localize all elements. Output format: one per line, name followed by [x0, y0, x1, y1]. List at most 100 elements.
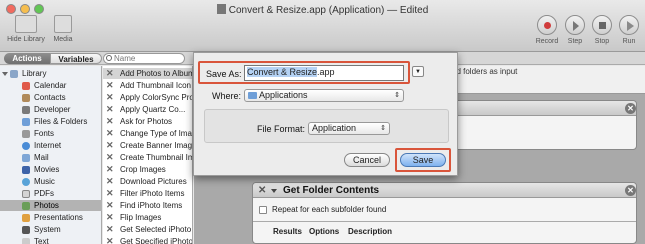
library-item-internet[interactable]: Internet — [0, 140, 102, 151]
library-item-text[interactable]: Text — [0, 236, 102, 244]
tab-description[interactable]: Description — [348, 227, 392, 236]
pdf-icon — [22, 190, 30, 198]
action-label: Ask for Photos — [120, 117, 173, 126]
automator-action-icon: ✕ — [106, 200, 114, 210]
action-label: Filter iPhoto Items — [120, 189, 185, 198]
workflow-input-text: nd folders as input — [452, 67, 518, 76]
variables-tab[interactable]: Variables — [50, 53, 102, 64]
automator-action-icon: ✕ — [258, 185, 267, 196]
library-item-presentations[interactable]: Presentations — [0, 212, 102, 223]
automator-action-icon: ✕ — [106, 128, 114, 138]
library-item-label: Library — [22, 69, 47, 78]
document-icon — [216, 4, 226, 14]
cancel-button[interactable]: Cancel — [344, 153, 390, 167]
action-label: Get Selected iPhoto Items — [120, 225, 192, 234]
action-item[interactable]: ✕ Find iPhoto Items — [103, 200, 192, 211]
library-item-label: Calendar — [34, 81, 67, 90]
record-icon — [537, 15, 557, 35]
automator-action-icon: ✕ — [106, 152, 114, 162]
action-item[interactable]: ✕ Create Banner Image from Text — [103, 140, 192, 151]
chevron-updown-icon: ⇕ — [394, 92, 400, 99]
action-item[interactable]: ✕ Change Type of Images — [103, 128, 192, 139]
library-item-photos[interactable]: Photos — [0, 200, 102, 211]
action-item[interactable]: ✕ Apply ColorSync Profile — [103, 92, 192, 103]
highlight-save-as — [198, 61, 410, 84]
run-button[interactable]: Run — [617, 15, 641, 45]
file-format-value: Application — [312, 123, 357, 133]
library-item-contacts[interactable]: Contacts — [0, 92, 102, 103]
action-label: Flip Images — [120, 213, 162, 222]
fonts-icon — [22, 130, 30, 138]
library-icon — [10, 70, 18, 78]
repeat-subfolder-label: Repeat for each subfolder found — [272, 205, 387, 214]
title-bar: Convert & Resize.app (Application) — Edi… — [0, 0, 645, 52]
library-item-pdfs[interactable]: PDFs — [0, 188, 102, 199]
run-label: Run — [622, 38, 636, 45]
library-item-calendar[interactable]: Calendar — [0, 80, 102, 91]
library-item-fonts[interactable]: Fonts — [0, 128, 102, 139]
search-input[interactable]: Name — [103, 53, 185, 64]
movies-icon — [22, 166, 30, 174]
library-item-label: Files & Folders — [34, 117, 88, 126]
library-item-system[interactable]: System — [0, 224, 102, 235]
get-folder-contents-card: ✕ Get Folder Contents ✕ Repeat for each … — [252, 182, 637, 244]
library-item-label: Developer — [34, 105, 71, 114]
text-icon — [22, 238, 30, 244]
step-icon — [565, 15, 585, 35]
action-item[interactable]: ✕ Apply Quartz Co... — [103, 104, 192, 115]
stop-button[interactable]: Stop — [590, 15, 614, 45]
stop-icon — [592, 15, 612, 35]
action-item[interactable]: ✕ Download Pictures — [103, 176, 192, 187]
folder-icon — [248, 92, 257, 99]
library-item-developer[interactable]: Developer — [0, 104, 102, 115]
automator-action-icon: ✕ — [106, 212, 114, 222]
tab-options[interactable]: Options — [309, 227, 339, 236]
media-button[interactable]: Media — [50, 15, 76, 43]
hide-library-button[interactable]: Hide Library — [4, 15, 48, 43]
action-item[interactable]: ✕ Flip Images — [103, 212, 192, 223]
action-item[interactable]: ✕ Filter iPhoto Items — [103, 188, 192, 199]
automator-action-icon: ✕ — [106, 92, 114, 102]
library-item-files-folders[interactable]: Files & Folders — [0, 116, 102, 127]
action-label: Change Type of Images — [120, 129, 192, 138]
music-icon — [22, 178, 30, 186]
library-item-label: Music — [34, 177, 55, 186]
stop-label: Stop — [594, 38, 610, 45]
disclosure-icon[interactable] — [2, 72, 8, 76]
library-root[interactable]: Library — [0, 68, 102, 79]
media-icon — [54, 15, 72, 33]
where-popup[interactable]: Applications ⇕ — [244, 89, 404, 102]
calendar-icon — [22, 82, 30, 90]
close-icon[interactable]: ✕ — [625, 103, 636, 114]
library-item-label: Photos — [34, 201, 59, 210]
repeat-subfolder-checkbox[interactable] — [259, 206, 267, 214]
search-icon — [106, 55, 112, 61]
file-format-popup[interactable]: Application ⇕ — [308, 122, 390, 135]
action-item[interactable]: ✕ Crop Images — [103, 164, 192, 175]
library-item-movies[interactable]: Movies — [0, 164, 102, 175]
action-item[interactable]: ✕ Get Selected iPhoto Items — [103, 224, 192, 235]
media-label: Media — [53, 36, 73, 43]
collapse-icon[interactable] — [271, 189, 277, 193]
action-label: Get Specified iPhoto Items — [120, 237, 193, 244]
actions-tab[interactable]: Actions — [4, 53, 50, 64]
tab-results[interactable]: Results — [273, 227, 302, 236]
photos-icon — [22, 202, 30, 210]
action-item[interactable]: ✕ Add Photos to Album — [103, 68, 192, 79]
expand-dialog-button[interactable]: ▼ — [412, 66, 424, 77]
action-item[interactable]: ✕ Get Specified iPhoto Items — [103, 236, 193, 244]
action-label: Apply Quartz Co... — [120, 105, 186, 114]
action-item[interactable]: ✕ Ask for Photos — [103, 116, 192, 127]
library-item-music[interactable]: Music — [0, 176, 102, 187]
library-item-label: Fonts — [34, 129, 55, 138]
record-button[interactable]: Record — [534, 15, 560, 45]
action-item[interactable]: ✕ Add Thumbnail Icon — [103, 80, 192, 91]
automator-action-icon: ✕ — [106, 176, 114, 186]
automator-action-icon: ✕ — [106, 224, 114, 234]
library-item-mail[interactable]: Mail — [0, 152, 102, 163]
action-item[interactable]: ✕ Create Thumbnail Images — [103, 152, 192, 163]
action-card-title: Get Folder Contents — [283, 185, 380, 196]
step-label: Step — [567, 38, 583, 45]
step-button[interactable]: Step — [563, 15, 587, 45]
close-icon[interactable]: ✕ — [625, 185, 636, 196]
